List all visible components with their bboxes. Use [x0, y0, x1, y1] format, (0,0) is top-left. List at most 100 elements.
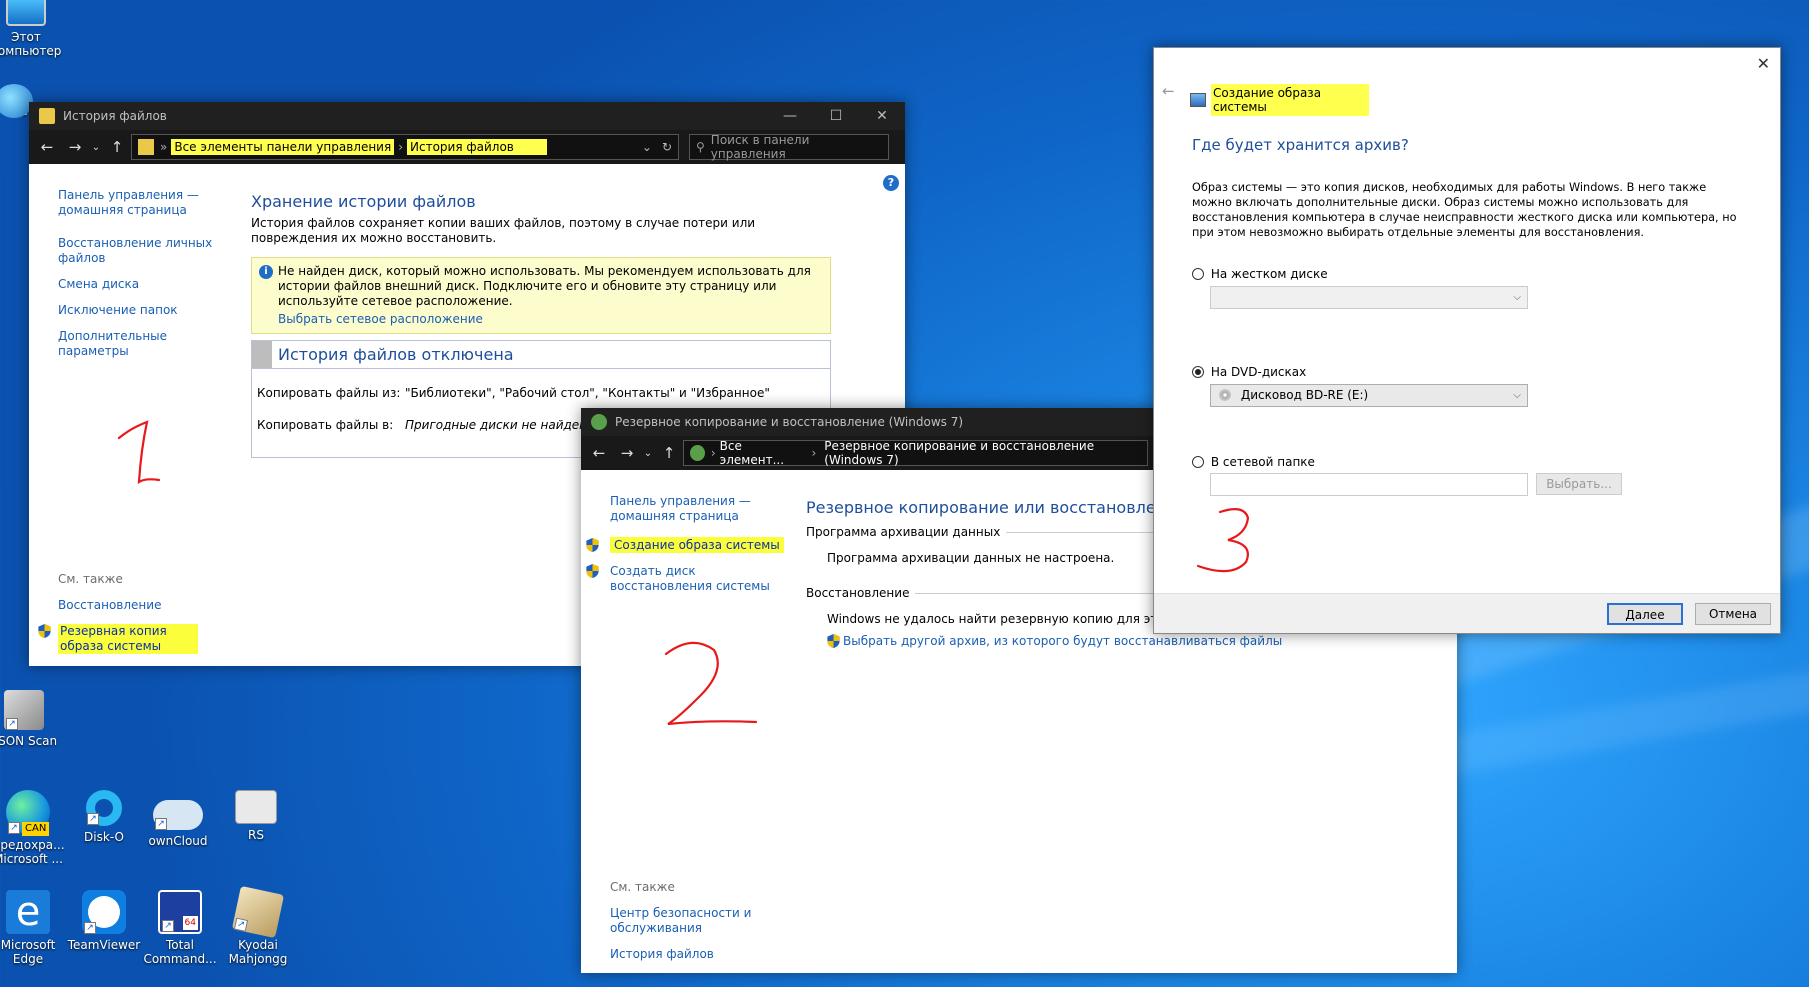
sidebar-item-exclude-folders[interactable]: Исключение папок: [58, 303, 228, 318]
breadcrumb-separator: ›: [811, 446, 817, 460]
desktop-icon-label: RS: [248, 828, 264, 842]
wizard-question: Где будет хранится архив?: [1192, 136, 1409, 154]
option-hard-disk[interactable]: На жестком диске: [1192, 267, 1328, 281]
desktop-icon-owncloud[interactable]: ↗ ownCloud: [134, 790, 222, 848]
close-button[interactable]: ✕: [859, 102, 905, 130]
left-sidebar: Панель управления — домашняя страница Со…: [586, 494, 800, 605]
desktop-icon-epson-scan[interactable]: ↗ PSON Scan: [0, 690, 68, 748]
wizard-footer: Далее Отмена: [1154, 593, 1780, 633]
desktop-icon-label: ownCloud: [148, 834, 208, 848]
left-sidebar: Панель управления — домашняя страница Во…: [58, 188, 228, 370]
backup-app-icon: [591, 414, 607, 430]
info-icon: i: [259, 265, 273, 279]
radio-network[interactable]: [1192, 456, 1204, 468]
chevron-down-icon: ⌵: [1513, 292, 1521, 303]
maximize-button[interactable]: ☐: [813, 102, 859, 130]
copy-from-label: Копировать файлы из:: [257, 386, 401, 400]
up-icon[interactable]: ↑: [655, 444, 683, 462]
dvd-drive-dropdown[interactable]: Дисковод BD-RE (E:) ⌵: [1210, 384, 1528, 407]
see-also-file-history[interactable]: История файлов: [610, 947, 800, 962]
wizard-title: Создание образа системы: [1211, 84, 1369, 116]
search-input[interactable]: ⚲ Поиск в панели управления: [689, 133, 889, 161]
sidebar-item-home[interactable]: Панель управления — домашняя страница: [610, 494, 800, 524]
sidebar-item-home[interactable]: Панель управления — домашняя страница: [58, 188, 228, 218]
desktop-icon-mahjongg[interactable]: ↗ Kyodai Mahjongg: [214, 885, 302, 966]
search-icon: ⚲: [696, 140, 705, 154]
page-description: История файлов сохраняет копии ваших фай…: [251, 216, 756, 245]
desktop-icon-rs[interactable]: RS: [212, 790, 300, 842]
option-network[interactable]: В сетевой папке: [1192, 455, 1315, 469]
choose-other-backup-link[interactable]: Выбрать другой архив, из которого будут …: [827, 634, 1446, 649]
sidebar-item-change-drive[interactable]: Смена диска: [58, 277, 228, 292]
chevron-down-icon: ⌵: [1513, 390, 1521, 401]
annotation-number-3: [1196, 507, 1250, 573]
sidebar-item-create-system-image[interactable]: Создание образа системы: [586, 537, 800, 553]
sidebar-item-create-recovery-disk[interactable]: Создать диск восстановления системы: [586, 564, 800, 594]
see-also-system-image-label: Резервная копия образа системы: [58, 624, 198, 654]
uac-shield-icon: [38, 624, 51, 638]
disko-icon: ↗: [86, 790, 122, 826]
address-dropdown-icon[interactable]: ⌄: [642, 140, 652, 154]
option-network-label: В сетевой папке: [1210, 455, 1315, 469]
see-also-restore[interactable]: Восстановление: [58, 598, 228, 613]
forward-icon[interactable]: →: [613, 444, 641, 462]
section-label: Восстановление: [806, 586, 910, 600]
minimize-button[interactable]: —: [767, 102, 813, 130]
see-also-security-center[interactable]: Центр безопасности и обслуживания: [610, 906, 800, 936]
desktop-icon-label: Kyodai Mahjongg: [228, 938, 288, 966]
window-title: История файлов: [63, 109, 167, 123]
help-icon[interactable]: ?: [883, 175, 899, 191]
recent-chevron-icon[interactable]: ⌄: [89, 142, 103, 153]
breadcrumb-item[interactable]: Все элемент...: [720, 439, 804, 467]
info-text: Не найден диск, который можно использова…: [278, 264, 811, 308]
close-icon[interactable]: ✕: [1757, 54, 1770, 73]
option-hard-disk-label: На жестком диске: [1210, 267, 1328, 281]
hard-disk-dropdown[interactable]: ⌵: [1210, 286, 1528, 309]
refresh-icon[interactable]: ↻: [662, 140, 672, 154]
desktop-icon-total-commander[interactable]: 64 ↗ Total Command...: [136, 890, 224, 966]
address-bar[interactable]: » Все элементы панели управления › Истор…: [131, 134, 679, 160]
shortcut-arrow-icon: ↗: [162, 920, 174, 932]
desktop-icon-label: Этот компьютер: [0, 30, 62, 58]
scan-badge: CAN: [22, 822, 50, 836]
shortcut-arrow-icon: ↗: [8, 822, 20, 834]
file-history-app-icon: [39, 108, 55, 124]
status-header: История файлов отключена: [252, 341, 830, 369]
total-commander-icon: 64 ↗: [158, 890, 202, 934]
uac-shield-icon: [586, 538, 599, 552]
sidebar-item-restore-files[interactable]: Восстановление личных файлов: [58, 236, 228, 266]
browse-button[interactable]: Выбрать...: [1536, 473, 1622, 495]
choose-network-location-link[interactable]: Выбрать сетевое расположение: [278, 312, 824, 327]
back-icon[interactable]: ←: [585, 444, 613, 462]
address-bar[interactable]: › Все элемент... › Резервное копирование…: [683, 439, 1148, 467]
breadcrumb-item[interactable]: Резервное копирование и восстановление (…: [824, 439, 1147, 467]
up-icon[interactable]: ↑: [103, 138, 131, 156]
option-dvd[interactable]: На DVD-дисках: [1192, 365, 1306, 379]
status-title: История файлов отключена: [278, 345, 514, 364]
search-placeholder: Поиск в панели управления: [710, 133, 810, 161]
next-button[interactable]: Далее: [1607, 603, 1683, 625]
info-banner: i Не найден диск, который можно использо…: [251, 257, 831, 334]
annotation-number-1: [117, 420, 161, 485]
desktop-icon-teamviewer[interactable]: ↗ TeamViewer: [60, 890, 148, 952]
cancel-button[interactable]: Отмена: [1695, 603, 1771, 625]
computer-icon: [6, 0, 46, 26]
see-also-heading: См. также: [610, 880, 675, 894]
back-icon[interactable]: ←: [33, 138, 61, 156]
shortcut-arrow-icon: ↗: [155, 818, 167, 830]
network-path-input[interactable]: [1210, 473, 1528, 496]
recent-chevron-icon[interactable]: ⌄: [641, 448, 655, 459]
see-also-system-image-backup[interactable]: Резервная копия образа системы: [38, 624, 228, 654]
control-panel-icon: [138, 139, 154, 155]
see-also-heading: См. также: [58, 572, 123, 586]
breadcrumb-item[interactable]: История файлов: [407, 139, 547, 155]
radio-hard-disk[interactable]: [1192, 268, 1204, 280]
forward-icon[interactable]: →: [61, 138, 89, 156]
desktop-icon-label: PSON Scan: [0, 734, 58, 748]
radio-dvd[interactable]: [1192, 366, 1204, 378]
breadcrumb-item[interactable]: Все элементы панели управления: [171, 139, 395, 155]
desktop-icon-computer[interactable]: Этот компьютер: [0, 0, 70, 58]
sidebar-item-advanced[interactable]: Дополнительные параметры: [58, 329, 228, 359]
breadcrumb-separator: ›: [710, 446, 716, 460]
back-arrow-icon[interactable]: ←: [1162, 82, 1175, 100]
